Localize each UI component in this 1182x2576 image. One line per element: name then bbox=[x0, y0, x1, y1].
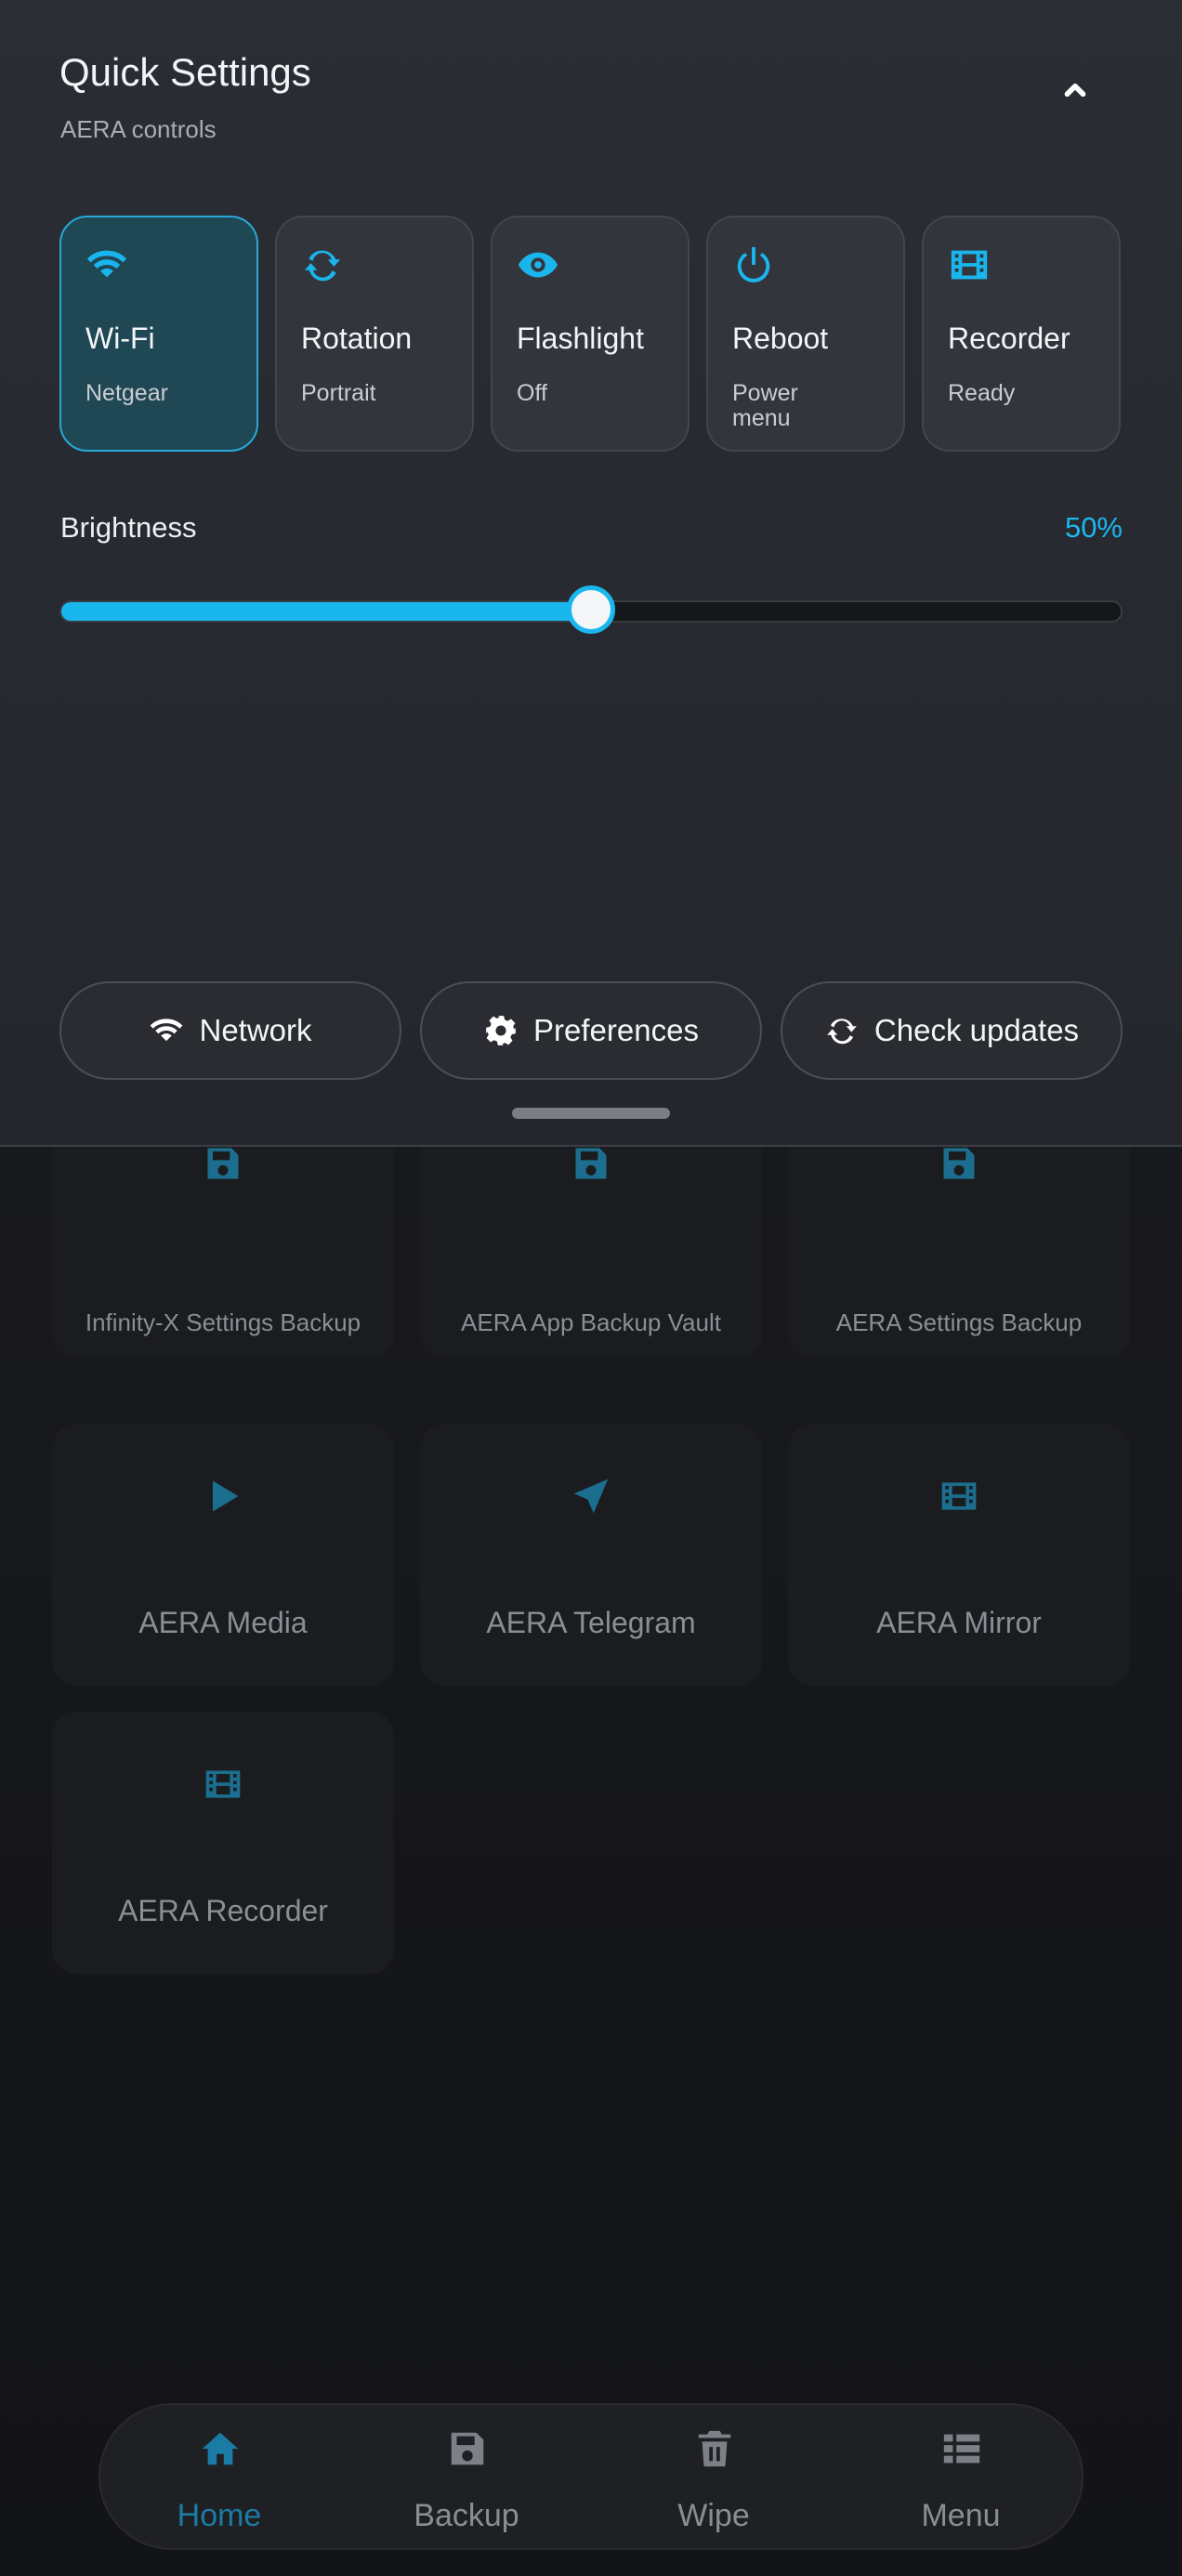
drag-handle[interactable] bbox=[512, 1108, 670, 1119]
toggle-name: Flashlight bbox=[517, 322, 644, 355]
network-button[interactable]: Network bbox=[59, 981, 401, 1080]
brightness-slider[interactable] bbox=[59, 585, 1123, 634]
gear-icon bbox=[486, 1016, 516, 1045]
toggle-state: Off bbox=[517, 380, 547, 406]
nav-label: Menu bbox=[921, 2498, 1001, 2533]
toggle-recorder[interactable]: Recorder Ready bbox=[922, 216, 1121, 452]
app-tile-aera-mirror[interactable]: AERA Mirror bbox=[788, 1424, 1130, 1686]
toggle-state: Netgear bbox=[85, 380, 168, 406]
eye-icon bbox=[517, 243, 559, 286]
app-tile-label: AERA Settings Backup bbox=[835, 1308, 1083, 1336]
pill-label: Network bbox=[199, 1013, 312, 1047]
nav-home[interactable]: Home bbox=[117, 2405, 322, 2552]
toggle-wifi[interactable]: Wi-Fi Netgear bbox=[59, 216, 258, 452]
refresh-icon bbox=[827, 1019, 857, 1045]
panel-subtitle: AERA controls bbox=[60, 115, 217, 143]
pill-label: Check updates bbox=[873, 1013, 1080, 1047]
app-tile-aera-telegram[interactable]: AERA Telegram bbox=[420, 1424, 762, 1686]
collapse-button[interactable] bbox=[1052, 67, 1098, 113]
panel-title: Quick Settings bbox=[59, 50, 311, 94]
slider-fill bbox=[61, 602, 591, 621]
toggle-flashlight[interactable]: Flashlight Off bbox=[491, 216, 690, 452]
app-tile-aera-recorder[interactable]: AERA Recorder bbox=[52, 1712, 394, 1974]
trash-icon bbox=[698, 2430, 731, 2467]
film-icon bbox=[203, 1764, 243, 1805]
app-tile-label: Infinity-X Settings Backup bbox=[85, 1308, 361, 1336]
floppy-icon bbox=[451, 2432, 484, 2465]
toggle-name: Reboot bbox=[732, 322, 829, 355]
check-updates-button[interactable]: Check updates bbox=[781, 981, 1123, 1080]
floppy-icon bbox=[203, 1143, 243, 1184]
preferences-button[interactable]: Preferences bbox=[420, 981, 762, 1080]
quick-settings-panel: Quick Settings AERA controls Wi-Fi Netge… bbox=[0, 0, 1182, 1147]
toggle-state: Ready bbox=[948, 380, 1016, 406]
app-tile-label: AERA App Backup Vault bbox=[461, 1308, 721, 1336]
floppy-icon bbox=[939, 1143, 979, 1184]
brightness-value: 50% bbox=[1064, 511, 1123, 544]
toggle-reboot[interactable]: Reboot Power menu bbox=[706, 216, 905, 452]
chevron-up-icon bbox=[1064, 83, 1086, 98]
wifi-icon bbox=[151, 1019, 183, 1042]
nav-wipe[interactable]: Wipe bbox=[611, 2405, 816, 2552]
send-icon bbox=[571, 1476, 611, 1517]
nav-menu[interactable]: Menu bbox=[859, 2405, 1063, 2552]
app-tile-label: AERA Telegram bbox=[486, 1606, 696, 1639]
bottom-nav: Home Backup Wipe Menu bbox=[98, 2403, 1084, 2550]
toggle-state: Power menu bbox=[732, 380, 798, 431]
toggle-name: Rotation bbox=[301, 322, 413, 355]
home-icon bbox=[202, 2432, 239, 2465]
nav-label: Backup bbox=[414, 2498, 519, 2533]
screen: Infinity-X Settings Backup AERA App Back… bbox=[0, 0, 1182, 2576]
play-icon bbox=[203, 1476, 243, 1517]
rotation-icon bbox=[301, 243, 344, 286]
toggle-name: Recorder bbox=[948, 322, 1070, 355]
app-tile-label: AERA Media bbox=[138, 1606, 308, 1639]
app-tile-aera-media[interactable]: AERA Media bbox=[52, 1424, 394, 1686]
app-tile-label: AERA Mirror bbox=[876, 1606, 1042, 1639]
toggle-rotation[interactable]: Rotation Portrait bbox=[275, 216, 474, 452]
floppy-icon bbox=[571, 1143, 611, 1184]
nav-backup[interactable]: Backup bbox=[364, 2405, 569, 2552]
toggle-name: Wi-Fi bbox=[85, 322, 155, 355]
power-icon bbox=[732, 243, 775, 286]
nav-label: Home bbox=[177, 2498, 262, 2533]
wifi-icon bbox=[85, 243, 128, 286]
list-icon bbox=[943, 2434, 980, 2464]
nav-label: Wipe bbox=[677, 2498, 750, 2533]
film-icon bbox=[939, 1476, 979, 1517]
film-icon bbox=[948, 243, 991, 286]
app-tile-label: AERA Recorder bbox=[118, 1894, 328, 1927]
pill-label: Preferences bbox=[533, 1013, 699, 1047]
brightness-label: Brightness bbox=[60, 511, 197, 544]
toggle-state: Portrait bbox=[301, 380, 376, 406]
slider-thumb[interactable] bbox=[567, 585, 615, 634]
